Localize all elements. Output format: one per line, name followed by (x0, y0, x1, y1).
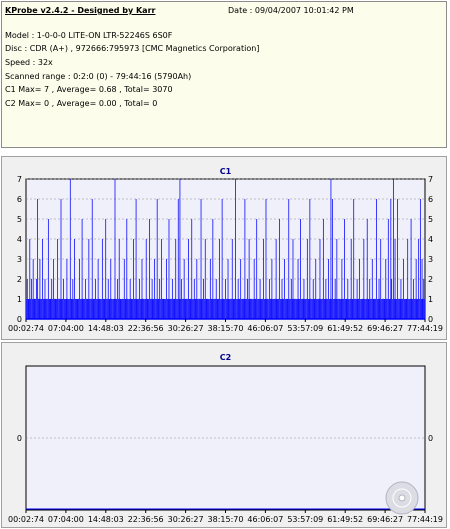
y-tick-label-right: 6 (428, 195, 433, 204)
x-tick-label: 07:04:00 (48, 324, 84, 333)
c1-chart: C1 0 0 1 1 2 2 3 3 4 4 5 5 6 6 7 7 00:02:74 07:04:00 14:48:… (8, 167, 443, 333)
x-tick-label: 00:02:74 (8, 515, 44, 524)
y-tick-label-right: 0 (428, 315, 433, 324)
y-tick-label-left: 0 (17, 434, 22, 443)
app-title: KProbe v2.4.2 - Designed by Karr (5, 6, 155, 15)
x-tick-label: 69:46:27 (367, 515, 403, 524)
x-tick-label: 61:49:52 (327, 515, 363, 524)
x-tick-label: 30:26:27 (168, 324, 204, 333)
disc-line: Disc : CDR (A+) , 972666:795973 [CMC Mag… (5, 44, 260, 53)
x-tick-label: 46:06:07 (247, 515, 283, 524)
y-tick-label-left: 0 (17, 315, 22, 324)
y-tick-label-left: 1 (17, 295, 22, 304)
disc-info-panel: KProbe v2.4.2 - Designed by Karr Date : … (1, 1, 447, 148)
y-tick-label-left: 5 (17, 215, 22, 224)
x-tick-label: 22:36:56 (128, 515, 164, 524)
c2-chart-panel: C2 0 0 00:02:74 07:04:00 14:48:03 22:36:56 30:2… (1, 342, 447, 528)
x-tick-label: 46:06:07 (247, 324, 283, 333)
scan-date: Date : 09/04/2007 10:01:42 PM (228, 6, 354, 15)
x-tick-label: 00:02:74 (8, 324, 44, 333)
model-line: Model : 1-0-0-0 LITE-ON LTR-52246S 6S0F (5, 31, 173, 40)
x-tick-label: 61:49:52 (327, 324, 363, 333)
x-tick-label: 69:46:27 (367, 324, 403, 333)
x-tick-label: 38:15:70 (208, 515, 244, 524)
speed-line: Speed : 32x (5, 58, 53, 67)
x-tick-label: 53:57:09 (287, 515, 323, 524)
x-tick-label: 07:04:00 (48, 515, 84, 524)
y-tick-label-left: 2 (17, 275, 22, 284)
y-tick-label-left: 7 (17, 175, 22, 184)
x-tick-label: 77:44:19 (407, 324, 443, 333)
y-tick-label-right: 3 (428, 255, 433, 264)
chart-title: C2 (220, 353, 231, 362)
x-tick-label: 53:57:09 (287, 324, 323, 333)
x-tick-label: 22:36:56 (128, 324, 164, 333)
x-tick-label: 14:48:03 (88, 324, 124, 333)
y-tick-label-left: 4 (17, 235, 22, 244)
chart-title: C1 (220, 167, 232, 176)
y-tick-label-right: 2 (428, 275, 433, 284)
y-tick-label-right: 7 (428, 175, 433, 184)
y-tick-label-left: 6 (17, 195, 22, 204)
y-tick-label-right: 4 (428, 235, 433, 244)
c1-chart-panel: C1 0 0 1 1 2 2 3 3 4 4 5 5 6 6 7 7 00:02:74 07:04:00 14:48:… (1, 156, 447, 340)
plot-area (25, 365, 426, 511)
x-tick-label: 30:26:27 (168, 515, 204, 524)
x-tick-label: 14:48:03 (88, 515, 124, 524)
c1-summary-line: C1 Max= 7 , Average= 0.68 , Total= 3070 (5, 85, 173, 94)
scanned-range-line: Scanned range : 0:2:0 (0) - 79:44:16 (57… (5, 72, 192, 81)
app-title-text: KProbe v2.4.2 - Designed by Karr (5, 6, 156, 15)
y-tick-label-right: 5 (428, 215, 433, 224)
y-tick-label-left: 3 (17, 255, 22, 264)
disc-hole-icon (398, 494, 406, 502)
c2-summary-line: C2 Max= 0 , Average= 0.00 , Total= 0 (5, 99, 158, 108)
y-tick-label-right: 1 (428, 295, 433, 304)
y-tick-label-right: 0 (428, 434, 433, 443)
x-tick-label: 77:44:19 (407, 515, 443, 524)
x-tick-label: 38:15:70 (208, 324, 244, 333)
c2-chart: C2 0 0 00:02:74 07:04:00 14:48:03 22:36:56 30:2… (8, 353, 443, 524)
